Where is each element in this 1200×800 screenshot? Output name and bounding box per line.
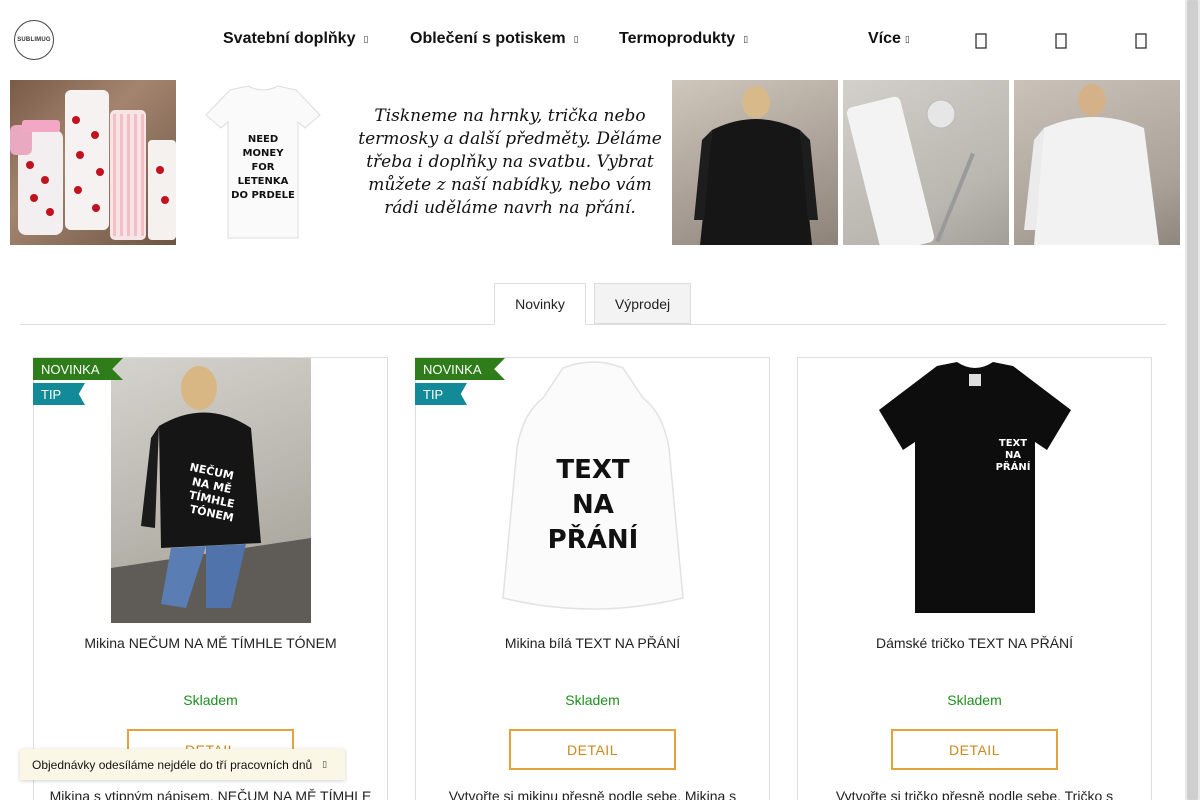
svg-text:TEXT: TEXT (999, 438, 1027, 449)
nav-item-termoprodukty[interactable]: Termoprodukty ▯ (619, 30, 748, 48)
search-icon[interactable] (974, 32, 988, 50)
detail-button[interactable]: DETAIL (509, 729, 676, 770)
chevron-down-icon: ▯ (904, 33, 910, 44)
nav-item-vice[interactable]: Více ▯ (868, 30, 910, 48)
shipping-notice-text: Objednávky odesíláme nejdéle do tří prac… (32, 757, 313, 772)
nav-label: Více (868, 30, 901, 47)
cart-icon[interactable] (1134, 32, 1148, 50)
nav-item-svatebni-doplnky[interactable]: Svatební doplňky ▯ (223, 30, 368, 48)
badge-novinka: NOVINKA (415, 358, 505, 380)
product-card[interactable]: TEXT NA PŘÁNÍ NOVINKA TIP Mikina bílá TE… (415, 357, 770, 800)
banner-image-hoodie-white[interactable] (1014, 80, 1180, 245)
site-logo[interactable]: SUBLIMUG (14, 20, 54, 60)
svg-text:DO PRDELE: DO PRDELE (231, 190, 295, 201)
svg-text:NA: NA (572, 490, 614, 520)
product-title[interactable]: Mikina NEČUM NA MĚ TÍMHLE TÓNEM (34, 635, 387, 651)
product-image[interactable]: TEXT NA PŘÁNÍ (875, 358, 1075, 623)
nav-label: Oblečení s potiskem (410, 30, 566, 47)
svg-text:FOR: FOR (251, 162, 274, 173)
svg-text:PŘÁNÍ: PŘÁNÍ (548, 523, 639, 555)
banner-image-tumblers[interactable] (10, 80, 176, 245)
scrollbar-thumb[interactable] (1187, 0, 1198, 800)
product-description: Mikina s vtipným nápisem, NEČUM NA MĚ TÍ… (49, 788, 372, 800)
shipping-notice-bar: Objednávky odesíláme nejdéle do tří prac… (20, 749, 345, 780)
badge-novinka: NOVINKA (33, 358, 123, 380)
stock-status: Skladem (565, 692, 620, 708)
svg-text:LETENKA: LETENKA (238, 176, 289, 187)
chevron-down-icon: ▯ (573, 33, 579, 44)
badge-tip: TIP (415, 383, 467, 405)
product-image[interactable]: NEČUM NA MĚ TÍMHLE TÓNEM (111, 358, 311, 623)
product-title[interactable]: Dámské tričko TEXT NA PŘÁNÍ (798, 635, 1151, 651)
banner-image-tumbler[interactable] (843, 80, 1009, 245)
tab-novinky[interactable]: Novinky (494, 283, 586, 325)
banner-text-tile: Tiskneme na hrnky, trička nebo termosky … (350, 80, 670, 245)
nav-label: Svatební doplňky (223, 30, 356, 47)
chevron-down-icon: ▯ (363, 33, 369, 44)
site-header: SUBLIMUG Svatební doplňky ▯ Oblečení s p… (0, 0, 1185, 80)
banner-image-hoodie-black[interactable] (672, 80, 838, 245)
detail-button[interactable]: DETAIL (891, 729, 1058, 770)
svg-text:TEXT: TEXT (556, 455, 630, 485)
svg-text:MONEY: MONEY (243, 148, 285, 159)
tab-vyprodej[interactable]: Výprodej (594, 283, 691, 324)
hero-banner: NEED MONEY FOR LETENKA DO PRDELE Tisknem… (10, 80, 1180, 245)
chevron-down-icon: ▯ (743, 33, 749, 44)
page-scrollbar[interactable] (1185, 0, 1200, 800)
logo-text: SUBLIMUG (17, 37, 51, 43)
product-image[interactable]: TEXT NA PŘÁNÍ (493, 358, 693, 623)
product-description: Vytvořte si tričko přesně podle sebe. Tr… (835, 788, 1114, 800)
nav-item-obleceni-s-potiskem[interactable]: Oblečení s potiskem ▯ (410, 30, 579, 48)
banner-tagline: Tiskneme na hrnky, trička nebo termosky … (358, 106, 662, 218)
product-description: Vytvořte si mikinu přesně podle sebe. Mi… (448, 788, 737, 800)
product-card[interactable]: NEČUM NA MĚ TÍMHLE TÓNEM NOVINKA TIP Mik… (33, 357, 388, 800)
svg-text:PŘÁNÍ: PŘÁNÍ (996, 460, 1031, 473)
svg-text:NA: NA (1005, 450, 1021, 461)
stock-status: Skladem (183, 692, 238, 708)
product-card[interactable]: TEXT NA PŘÁNÍ Dámské tričko TEXT NA PŘÁN… (797, 357, 1152, 800)
stock-status: Skladem (947, 692, 1002, 708)
user-icon[interactable] (1054, 32, 1068, 50)
badge-tip: TIP (33, 383, 85, 405)
svg-text:NEED: NEED (248, 134, 278, 145)
banner-image-tshirt[interactable]: NEED MONEY FOR LETENKA DO PRDELE (180, 80, 346, 245)
tabs-divider (20, 324, 1166, 325)
close-icon[interactable]: ▯ (322, 759, 327, 770)
product-title[interactable]: Mikina bílá TEXT NA PŘÁNÍ (416, 635, 769, 651)
nav-label: Termoprodukty (619, 30, 736, 47)
